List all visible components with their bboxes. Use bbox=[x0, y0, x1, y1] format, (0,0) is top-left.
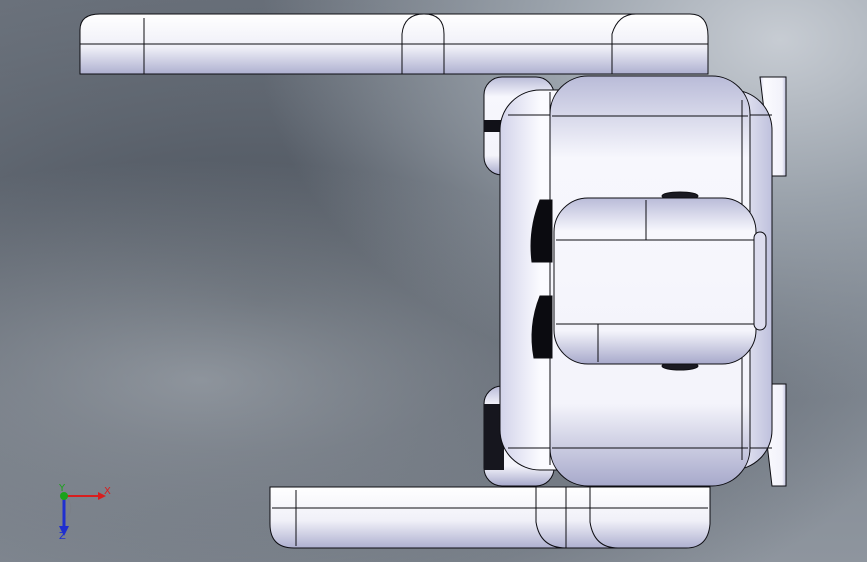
3d-model-view[interactable] bbox=[0, 0, 867, 562]
reference-triad: X Y Z bbox=[44, 482, 124, 544]
z-axis-label: Z bbox=[59, 531, 66, 542]
y-axis-label: Y bbox=[59, 483, 66, 494]
top-handle-bar[interactable] bbox=[79, 13, 709, 75]
bottom-handle-bar[interactable] bbox=[269, 486, 711, 549]
x-axis-label: X bbox=[104, 486, 111, 497]
axis-arrows-icon bbox=[59, 492, 106, 536]
center-block[interactable] bbox=[530, 191, 767, 371]
